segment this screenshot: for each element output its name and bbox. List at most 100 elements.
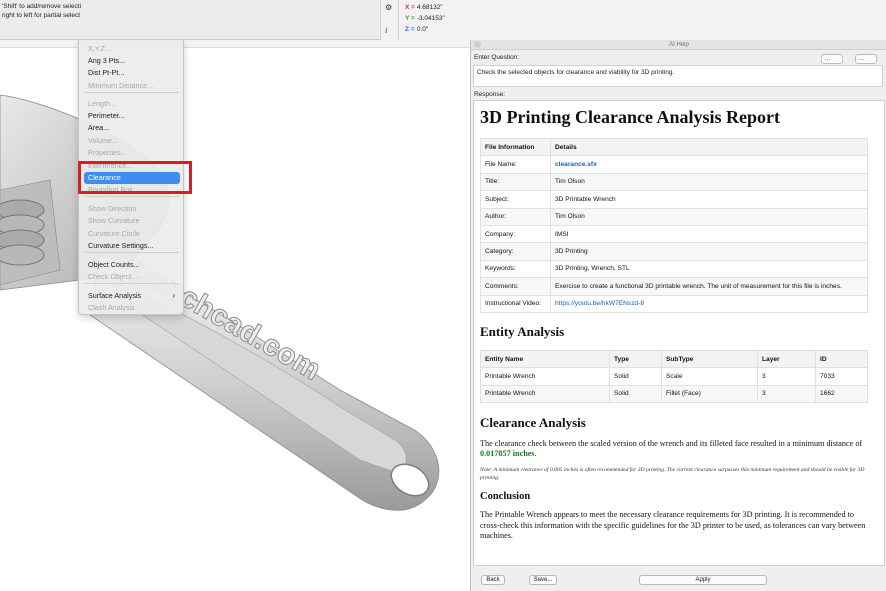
entity-row: Printable Wrench Solid Scale 3 7033 [480,367,868,386]
menu-item-properties: Properties... [87,147,179,159]
select-2[interactable]: ... [855,54,877,64]
file-info-table: File Information Details File Name: clear… [480,137,868,313]
file-info-row: Instructional Video: https://youtu.be/hkW… [480,294,868,313]
menu-item-label: Dist Pt-Pt... [88,68,125,77]
z-value: 0.0" [416,26,429,33]
report: 3D Printing Clearance Analysis Report Fi… [480,107,872,541]
entity-cell: Printable Wrench [480,367,610,386]
file-info-key: Category: [480,242,551,261]
file-info-key: Subject: [480,190,551,209]
entity-heading: Entity Analysis [480,323,565,339]
y-label: Y = [405,15,415,22]
menu-item-minimum-distance: Minimum Distance... [87,80,179,92]
file-info-link[interactable]: clearance.sfx [550,155,868,174]
file-info-value: IMSI [550,224,868,244]
top-toolbar: 'Shift' to add/remove selecti right to l… [0,0,886,40]
menu-item-curvature-circle: Curvature Circle [87,228,179,240]
selection-hint: 'Shift' to add/remove selecti right to l… [2,2,81,20]
hint-line-2: right to left for partial select [2,12,81,19]
wrench-model[interactable]: punchcad.com [0,40,470,591]
menu-item-ang-3-pts[interactable]: Ang 3 Pts... [87,55,179,67]
file-info-key: Instructional Video: [480,294,551,313]
chevron-right-icon: › [172,291,175,300]
clearance-value: 0.017857 inches [480,449,535,459]
file-info-value: Tim Olson [550,207,868,226]
menu-item-object-counts[interactable]: Object Counts... [87,259,179,271]
clearance-highlight-box [78,161,192,194]
file-info-header: File Information [480,137,551,157]
file-info-value: 3D Printable Wrench [550,190,868,209]
menu-item-label: Properties... [88,148,127,157]
back-button[interactable]: Back [481,575,505,585]
drawing-canvas[interactable]: punchcad.com X,Y,Z... Ang 3 Pts... Dist Pt… [0,40,470,591]
file-info-row: Author: Tim Olson [480,207,868,226]
hint-line-1: 'Shift' to add/remove selecti [2,3,82,10]
menu-item-volume: Volume... [87,135,179,147]
clearance-heading: Clearance Analysis [480,415,586,431]
clearance-note: Note: A minimum clearance of 0.005 inche… [480,467,865,482]
file-info-value: 3D Printing, Wrench, STL [550,259,868,279]
file-info-key: Keywords: [480,259,551,279]
menu-item-label: Show Direction [88,204,137,213]
menu-item-dist-pt-pt[interactable]: Dist Pt-Pt... [87,67,179,79]
entity-cell: 3 [757,384,816,404]
x-coordinate: X = 4.68132" [405,4,443,11]
file-info-value: 3D Printing [550,242,868,261]
x-value: 4.68132" [416,4,443,11]
menu-separator [85,283,179,284]
menu-item-show-direction: Show Direction [87,203,179,215]
file-info-row: Subject: 3D Printable Wrench [480,190,868,209]
menu-item-clash-analysis: Clash Analysis [87,302,179,314]
info-icon[interactable]: i [385,26,387,35]
y-coordinate: Y = -3.04153" [405,15,445,22]
entity-cell: 1662 [815,384,868,404]
file-info-value: Exercise to create a functional 3D print… [550,277,868,296]
entity-row: Printable Wrench Solid Fillet (Face) 3 1662 [480,384,868,404]
close-button[interactable] [474,41,481,48]
ai-help-titlebar: AI Help [471,40,886,50]
response-label: Response: [474,91,506,98]
entity-cell: Scale [661,367,758,386]
file-info-row: File Name: clearance.sfx [480,155,868,174]
ai-help-window: AI Help Enter Question: ... ... Check th… [470,40,886,591]
response-area[interactable]: 3D Printing Clearance Analysis Report Fi… [473,100,885,566]
menu-item-label: Curvature Settings... [88,241,154,250]
menu-item-label: Check Object... [88,272,138,281]
conclusion-text: The Printable Wrench appears to meet the… [480,510,866,540]
window-title: AI Help [669,42,689,48]
coordinate-icons: ⚙ i [381,0,399,40]
menu-item-surface-analysis[interactable]: Surface Analysis › [87,290,179,302]
file-info-value: Tim Olson [550,172,868,192]
file-info-row: Company: IMSI [480,224,868,244]
settings-icon[interactable]: ⚙ [385,3,392,12]
file-info-link[interactable]: https://youtu.be/hkW7ENszd-8 [550,294,868,313]
question-input[interactable]: Check the selected objects for clearance… [473,65,883,87]
menu-item-label: Clash Analysis [88,303,135,312]
menu-item-label: Surface Analysis [88,291,142,300]
entity-cell: Solid [609,384,662,404]
menu-item-label: Minimum Distance... [88,81,154,90]
menu-item-label: Length... [88,99,116,108]
menu-item-label: Show Curvature [88,216,140,225]
entity-column-header: Entity Name [480,349,610,369]
save-button[interactable]: Save... [529,575,557,585]
file-info-key: Author: [480,207,551,226]
file-info-key: File Name: [480,155,551,174]
file-info-row: Title: Tim Olson [480,172,868,192]
menu-item-area[interactable]: Area... [87,122,179,134]
select-1[interactable]: ... [821,54,843,64]
entity-cell: Fillet (Face) [661,384,758,404]
menu-separator [85,92,179,93]
menu-item-label: Volume... [88,136,118,145]
menu-item-label: Area... [88,123,110,132]
entity-cell: Solid [609,367,662,386]
menu-item-label: Object Counts... [88,260,140,269]
menu-item-show-curvature: Show Curvature [87,215,179,227]
file-info-key: Company: [480,224,551,244]
menu-item-curvature-settings[interactable]: Curvature Settings... [87,240,179,252]
menu-separator [85,252,179,253]
menu-item-x-y-z: X,Y,Z... [87,43,179,55]
menu-item-perimeter[interactable]: Perimeter... [87,110,179,122]
apply-button[interactable]: Apply [639,575,767,585]
entity-cell: Printable Wrench [480,384,610,404]
